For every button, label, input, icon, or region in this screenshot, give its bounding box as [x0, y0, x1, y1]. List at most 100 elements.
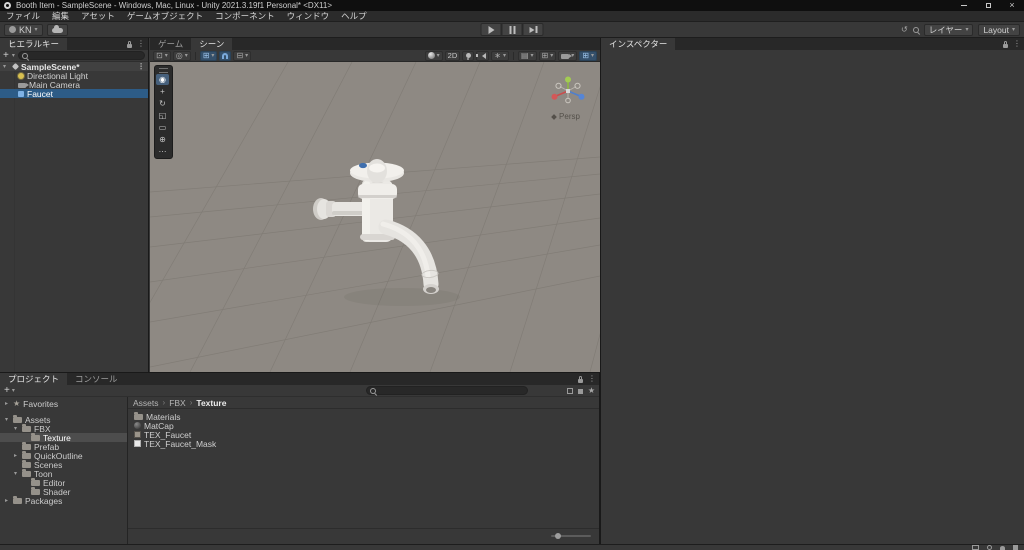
breadcrumb-segment[interactable]: Texture [196, 398, 226, 408]
tool-handle-rotation-dropdown[interactable]: ◎ ▾ [172, 50, 191, 61]
breadcrumb: Assets › FBX › Texture [128, 397, 599, 409]
transform-tool[interactable]: ⊕ [156, 134, 169, 145]
file-row[interactable]: Materials [128, 412, 599, 422]
foldout-arrow[interactable]: ▸ [12, 452, 19, 459]
hidden-objects-dropdown[interactable]: ▤ ▾ [517, 50, 537, 61]
tool-handle-position-dropdown[interactable]: ⊡ ▾ [153, 50, 171, 61]
panel-menu-icon[interactable]: ⋮ [137, 40, 145, 48]
tree-row[interactable]: Shader [0, 487, 127, 497]
scene-panel: ゲーム シーン ⊡ ▾ ◎ ▾ ⊞ ▾ ⊟ ▾ ▾ 2D ∗ ▾ ▤ ▾ ⊞ ▾ ▾ ⊞ ▾ [150, 38, 600, 372]
menu-item[interactable]: アセット [75, 10, 121, 22]
search-by-label-button[interactable] [577, 388, 583, 394]
snap-increment-dropdown[interactable]: ⊟ ▾ [233, 50, 252, 61]
tree-row[interactable]: ▸ Packages [0, 496, 127, 506]
panel-menu-icon[interactable]: ⋮ [588, 375, 596, 383]
tree-row[interactable]: Texture [0, 433, 127, 443]
menu-item[interactable]: ファイル [0, 10, 46, 22]
pause-button[interactable] [501, 23, 523, 36]
foldout-arrow[interactable]: ▸ [3, 400, 10, 407]
lock-icon[interactable] [1003, 40, 1008, 48]
file-list: Materials MatCap TEX_Faucet TEX_Faucet_Mask [128, 410, 599, 528]
chevron-down-icon[interactable]: ▾ [12, 388, 15, 394]
tree-row[interactable]: ▸ QuickOutline [0, 451, 127, 461]
tab-hierarchy[interactable]: ヒエラルキー [0, 38, 68, 50]
thumbnail-zoom-slider[interactable] [551, 533, 591, 539]
progress-icon[interactable] [987, 545, 992, 550]
foldout-arrow[interactable]: ▾ [12, 470, 19, 477]
lock-icon[interactable] [127, 40, 132, 48]
view-tool[interactable]: ◉ [156, 74, 169, 85]
project-search-input[interactable] [366, 386, 528, 395]
play-button[interactable] [480, 23, 502, 36]
foldout-arrow[interactable]: ▾ [3, 416, 10, 423]
tree-row[interactable]: ▾ Assets [0, 415, 127, 425]
menu-item[interactable]: ウィンドウ [281, 10, 336, 22]
file-row[interactable]: MatCap [128, 421, 599, 431]
tab-view[interactable]: ゲーム [150, 38, 191, 50]
faucet-model[interactable] [313, 159, 460, 306]
tab-inspector[interactable]: インスペクター [601, 38, 676, 50]
hierarchy-item[interactable]: Faucet [0, 89, 148, 99]
shading-mode-dropdown[interactable]: ▾ [424, 50, 443, 61]
rect-tool[interactable]: ▭ [156, 122, 169, 133]
scene-viewport[interactable]: ◉ + ↻ ◱ ▭ ⊕ ⋯ Persp [150, 62, 600, 372]
foldout-arrow[interactable]: ▾ [3, 63, 10, 70]
chevron-down-icon[interactable]: ▾ [12, 53, 15, 59]
move-tool[interactable]: + [156, 86, 169, 97]
minimize-button[interactable] [952, 0, 976, 11]
search-icon[interactable] [912, 26, 919, 33]
overlay-drag-handle[interactable] [156, 67, 171, 73]
scene-menu-icon[interactable]: ⋮ [137, 62, 145, 71]
menu-item[interactable]: コンポーネント [209, 10, 281, 22]
tab-bottom[interactable]: プロジェクト [0, 373, 68, 385]
hierarchy-item[interactable]: Main Camera [0, 80, 148, 90]
foldout-arrow[interactable]: ▾ [12, 425, 19, 432]
create-asset-button[interactable]: + [4, 386, 10, 396]
layout-dropdown[interactable]: Layout ▾ [978, 23, 1020, 36]
hierarchy-search-input[interactable] [17, 51, 145, 60]
panel-menu-icon[interactable]: ⋮ [1013, 40, 1021, 48]
layers-dropdown[interactable]: レイヤー ▾ [923, 23, 974, 36]
orientation-gizmo[interactable] [546, 74, 590, 110]
step-button[interactable] [522, 23, 544, 36]
undo-history-button[interactable]: ↺ [901, 25, 908, 34]
foldout-arrow[interactable]: ▸ [3, 497, 10, 504]
menu-item[interactable]: ヘルプ [335, 10, 373, 22]
cloud-services-button[interactable] [46, 23, 68, 36]
breadcrumb-segment[interactable]: Assets [133, 398, 159, 408]
snap-magnet-toggle[interactable] [219, 50, 232, 61]
lock-icon[interactable] [578, 375, 583, 383]
maximize-button[interactable] [976, 0, 1000, 11]
account-button[interactable]: KN ▾ [4, 23, 43, 36]
create-object-button[interactable]: + [3, 50, 9, 61]
scene-audio-toggle[interactable] [476, 50, 490, 61]
rotate-tool[interactable]: ↻ [156, 98, 169, 109]
menu-item[interactable]: ゲームオブジェクト [121, 10, 209, 22]
close-button[interactable]: × [1000, 0, 1024, 11]
gizmos-dropdown[interactable]: ⊞ ▾ [579, 50, 597, 61]
transform-icon: ⊕ [159, 134, 166, 144]
projection-mode-button[interactable]: Persp [538, 112, 594, 121]
file-row[interactable]: TEX_Faucet_Mask [128, 439, 599, 449]
tab-view[interactable]: シーン [191, 38, 233, 50]
camera-view-dropdown[interactable]: ▾ [558, 50, 578, 61]
effects-dropdown[interactable]: ∗ ▾ [491, 50, 509, 61]
grid-snapping-dropdown[interactable]: ⊞ ▾ [199, 50, 218, 61]
tree-row[interactable]: ▸ ★ Favorites [0, 399, 127, 409]
tab-bottom[interactable]: コンソール [67, 373, 126, 385]
settings-icon[interactable] [1013, 545, 1018, 550]
search-by-type-button[interactable] [566, 388, 573, 394]
grid-visibility-dropdown[interactable]: ⊞ ▾ [538, 50, 557, 61]
more-tools[interactable]: ⋯ [156, 146, 169, 157]
scale-tool[interactable]: ◱ [156, 110, 169, 121]
breadcrumb-segment[interactable]: FBX [169, 398, 186, 408]
console-icon[interactable] [972, 545, 979, 550]
favorites-star-button[interactable]: ★ [588, 387, 595, 395]
tree-row[interactable]: Scenes [0, 460, 127, 470]
menu-item[interactable]: 編集 [46, 10, 75, 22]
zoom-slider-knob[interactable] [555, 533, 561, 539]
scene-lighting-toggle[interactable] [462, 50, 475, 61]
2d-toggle[interactable]: 2D [444, 50, 461, 61]
notification-icon[interactable] [1000, 545, 1005, 550]
hierarchy-panel: ヒエラルキー ⋮ + ▾ ▾ SampleScene* ⋮ Directional L… [0, 38, 149, 372]
